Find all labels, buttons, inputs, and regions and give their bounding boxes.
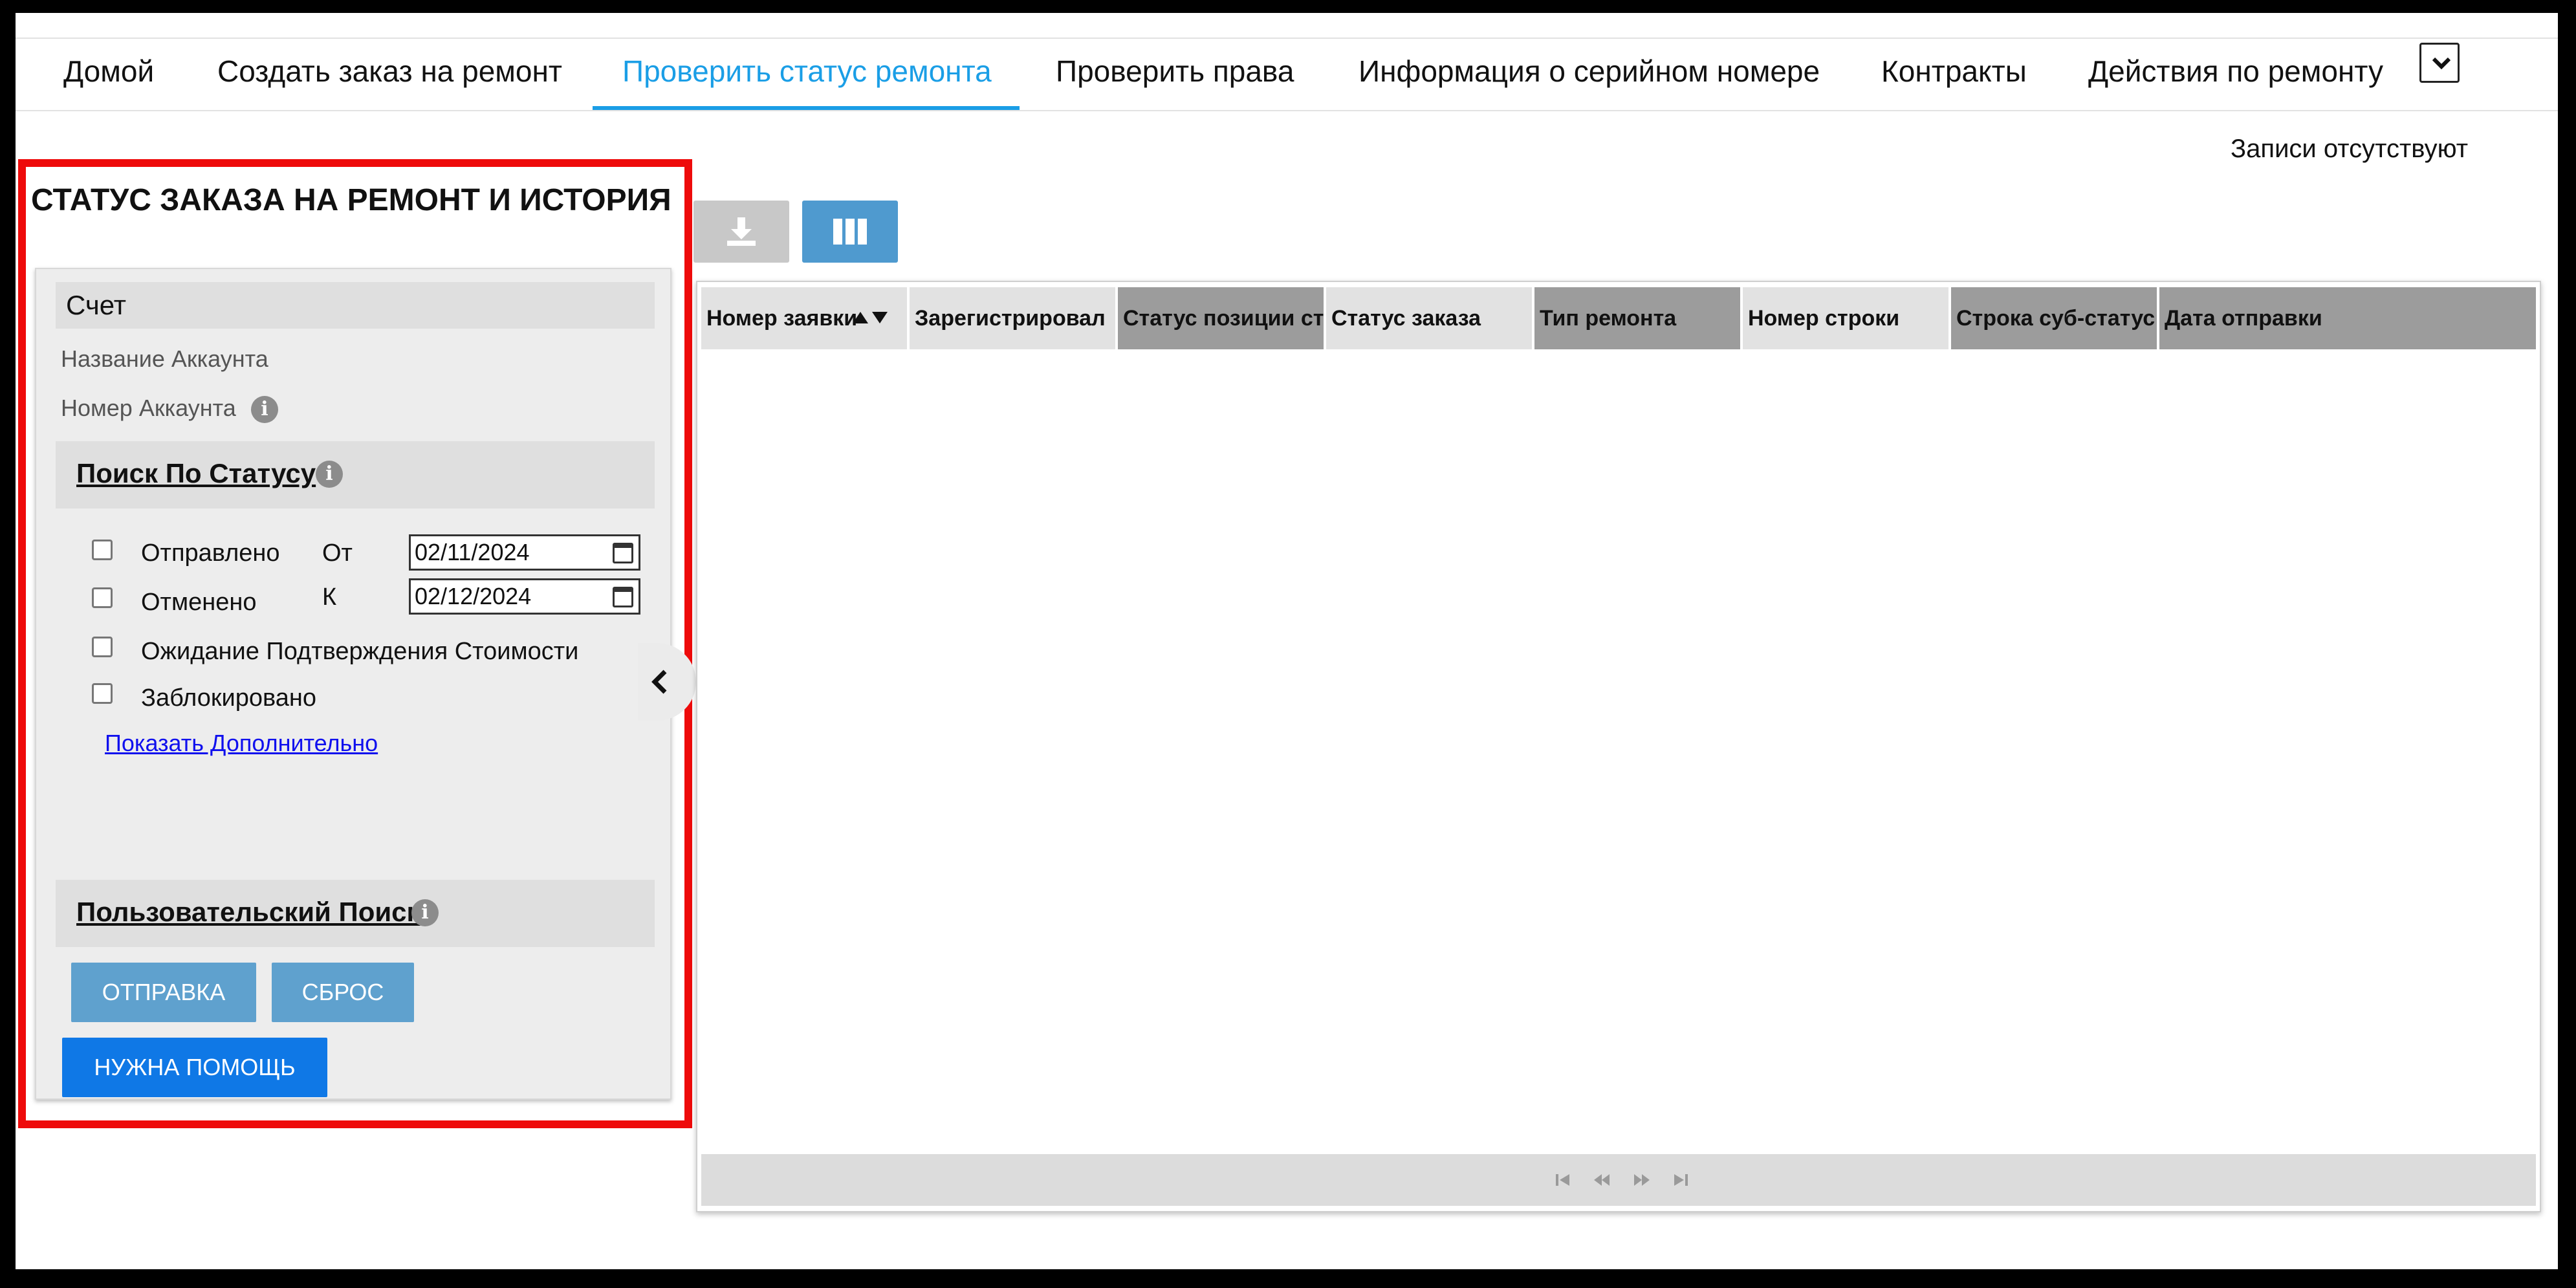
reset-button[interactable]: СБРОС [272,963,414,1022]
top-nav: Домой Создать заказ на ремонт Проверить … [16,38,2558,111]
columns-button[interactable] [802,201,898,263]
tab-check-entitlement[interactable]: Проверить права [1056,39,1294,111]
account-number-label: Номер Аккаунта [61,395,236,421]
checkbox-sent-label: Отправлено [141,540,280,567]
column-request-number-label: Номер заявки [706,306,858,331]
calendar-icon[interactable] [613,543,633,563]
tab-serial-number-info[interactable]: Информация о серийном номере [1359,39,1820,111]
tab-contracts[interactable]: Контракты [1881,39,2027,111]
checkbox-awaiting-cost-approval-label: Ожидание Подтверждения Стоимости [141,638,579,665]
results-grid [696,281,2541,1212]
info-icon[interactable]: i [316,461,343,488]
to-date-label: К [322,584,337,611]
from-date-input[interactable]: 02/11/2024 [409,534,640,571]
need-help-button[interactable]: НУЖНА ПОМОЩЬ [62,1038,327,1097]
column-repair-type[interactable]: Тип ремонта [1534,287,1740,349]
columns-icon [833,219,867,245]
checkbox-cancelled[interactable] [92,587,113,608]
to-date-value: 02/12/2024 [415,583,532,609]
checkbox-blocked[interactable] [92,683,113,704]
nav-more-button[interactable] [2419,43,2460,83]
tab-check-repair-status[interactable]: Проверить статус ремонта [622,39,992,111]
checkbox-cancelled-label: Отменено [141,589,257,616]
column-order-status[interactable]: Статус заказа [1326,287,1532,349]
panel-title: СТАТУС ЗАКАЗА НА РЕМОНТ И ИСТОРИЯ [31,183,671,217]
column-registered-by[interactable]: Зарегистрировал [910,287,1115,349]
column-ship-date[interactable]: Дата отправки [2159,287,2536,349]
tab-repair-actions[interactable]: Действия по ремонту [2088,39,2383,111]
column-request-number[interactable]: Номер заявки [701,287,907,349]
chevron-down-icon [2432,57,2451,70]
checkbox-awaiting-cost-approval[interactable] [92,637,113,657]
first-page-icon[interactable] [1554,1171,1572,1189]
column-line-substatus[interactable]: Строка суб-статус [1951,287,2157,349]
sort-icon[interactable] [851,309,890,326]
download-button[interactable] [693,201,789,263]
from-date-label: От [322,540,353,567]
account-header [56,282,655,329]
tab-create-repair-order[interactable]: Создать заказ на ремонт [217,39,562,111]
info-icon[interactable]: i [411,899,439,926]
records-status: Записи отсутствуют [2231,135,2469,163]
status-search-link[interactable]: Поиск По Статусу [76,458,316,489]
column-item-status[interactable]: Статус позиции ст [1118,287,1324,349]
checkbox-blocked-label: Заблокировано [141,684,317,712]
to-date-input[interactable]: 02/12/2024 [409,578,640,615]
tab-home[interactable]: Домой [63,39,154,111]
show-more-link[interactable]: Показать Дополнительно [105,730,378,757]
next-page-icon[interactable] [1633,1171,1651,1189]
previous-page-icon[interactable] [1593,1171,1611,1189]
info-icon[interactable]: i [251,396,278,423]
last-page-icon[interactable] [1672,1171,1690,1189]
active-tab-indicator [593,106,1020,110]
download-icon [727,217,756,246]
column-line-number[interactable]: Номер строки [1743,287,1948,349]
account-name-label: Название Аккаунта [61,345,268,372]
account-title: Счет [66,290,126,320]
calendar-icon[interactable] [613,587,633,607]
custom-search-link[interactable]: Пользовательский Поиск [76,897,420,928]
grid-pager [701,1154,2536,1206]
from-date-value: 02/11/2024 [415,539,530,565]
page: Домой Создать заказ на ремонт Проверить … [16,13,2558,1269]
grid-header: Номер заявки Зарегистрировал Статус пози… [701,287,2536,349]
submit-button[interactable]: ОТПРАВКА [71,963,256,1022]
checkbox-sent[interactable] [92,540,113,560]
chevron-left-icon [651,670,667,694]
